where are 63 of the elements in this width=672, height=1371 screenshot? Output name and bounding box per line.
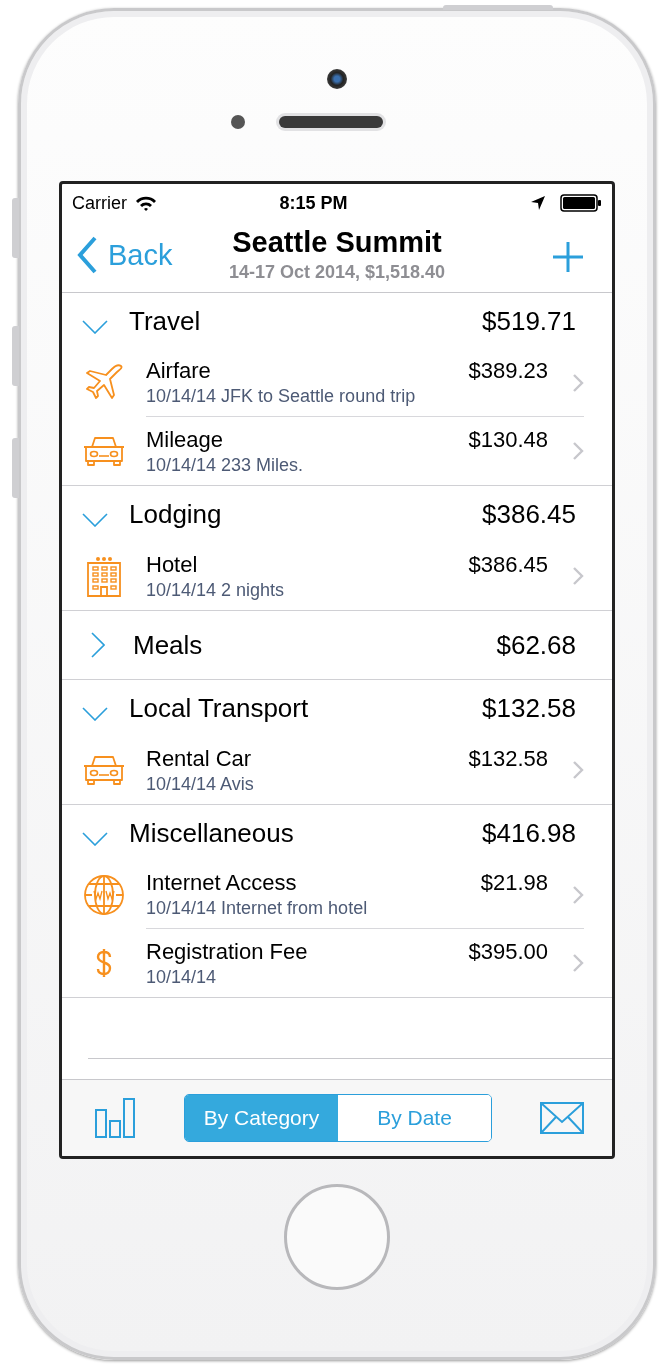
expense-row[interactable]: Rental Car $132.58 10/14/14 Avis (62, 736, 612, 804)
disclosure-chevron-icon (572, 441, 584, 461)
expense-detail: 10/14/14 Internet from hotel (146, 898, 369, 919)
expense-row[interactable]: Hotel $386.45 10/14/14 2 nights (62, 542, 612, 610)
wifi-icon (135, 195, 157, 211)
chevron-down-icon[interactable] (82, 832, 108, 846)
expense-detail: 10/14/14 (146, 966, 218, 988)
category-name: Travel (129, 305, 202, 337)
disclosure-chevron-icon (572, 953, 584, 973)
expense-amount: $130.48 (468, 426, 548, 453)
screen-subtitle: 14-17 Oct 2014, $1,518.40 (228, 262, 446, 283)
disclosure-chevron-icon (572, 884, 584, 905)
car-icon (83, 754, 125, 786)
category-total: $132.58 (482, 692, 576, 724)
expense-title: Internet Access (146, 870, 297, 896)
expense-row[interactable]: Registration Fee $395.00 10/14/14 (62, 929, 612, 997)
chevron-down-icon[interactable] (82, 707, 108, 721)
expense-row[interactable]: Internet Access $21.98 10/14/14 Internet from hotel (62, 861, 612, 929)
expense-amount: $395.00 (468, 938, 548, 965)
category-name: Lodging (129, 498, 223, 530)
dollar-sign-icon (95, 949, 113, 977)
category-total: $416.98 (482, 817, 576, 849)
expense-amount: $132.58 (468, 745, 548, 772)
expense-detail: 10/14/14 233 Miles. (146, 454, 305, 476)
category-total: $62.68 (496, 629, 576, 661)
expense-row[interactable]: Airfare $389.23 10/14/14 JFK to Seattle round trip (62, 349, 612, 417)
bar-chart-icon[interactable] (94, 1098, 136, 1138)
hotel-building-icon (85, 555, 123, 597)
expense-title: Rental Car (146, 745, 252, 772)
carrier-label: Carrier (72, 192, 127, 214)
mail-icon[interactable] (540, 1102, 584, 1134)
chevron-right-icon[interactable] (91, 632, 105, 658)
disclosure-chevron-icon (572, 372, 584, 393)
back-chevron-icon (76, 236, 98, 274)
category-total: $519.71 (482, 305, 576, 337)
category-name: Local Transport (129, 692, 310, 724)
expense-detail: 10/14/14 Avis (146, 773, 255, 795)
expense-title: Airfare (146, 358, 211, 384)
chevron-down-icon[interactable] (82, 320, 108, 334)
car-icon (83, 435, 125, 467)
location-arrow-icon (530, 195, 546, 211)
category-total: $386.45 (482, 498, 576, 530)
expense-amount: $386.45 (468, 551, 548, 578)
globe-icon (83, 874, 125, 916)
expense-amount: $21.98 (480, 870, 548, 896)
expense-amount: $389.23 (468, 358, 548, 384)
disclosure-chevron-icon (572, 760, 584, 780)
chevron-down-icon[interactable] (82, 513, 108, 527)
expense-title: Mileage (146, 426, 224, 453)
screen-title: Seattle Summit (232, 226, 442, 259)
clock-time: 8:15 PM (278, 192, 349, 214)
category-name: Miscellaneous (129, 817, 295, 849)
category-name: Meals (133, 629, 204, 661)
disclosure-chevron-icon (572, 566, 584, 586)
expense-detail: 10/14/14 JFK to Seattle round trip (146, 386, 417, 407)
expense-detail: 10/14/14 2 nights (146, 579, 286, 601)
expense-title: Registration Fee (146, 938, 308, 965)
expense-title: Hotel (146, 551, 198, 578)
sensor-dot (231, 115, 245, 129)
add-icon[interactable] (552, 241, 584, 273)
battery-icon (560, 194, 602, 212)
camera-icon (327, 69, 347, 89)
expense-row[interactable]: Mileage $130.48 10/14/14 233 Miles. (62, 417, 612, 485)
